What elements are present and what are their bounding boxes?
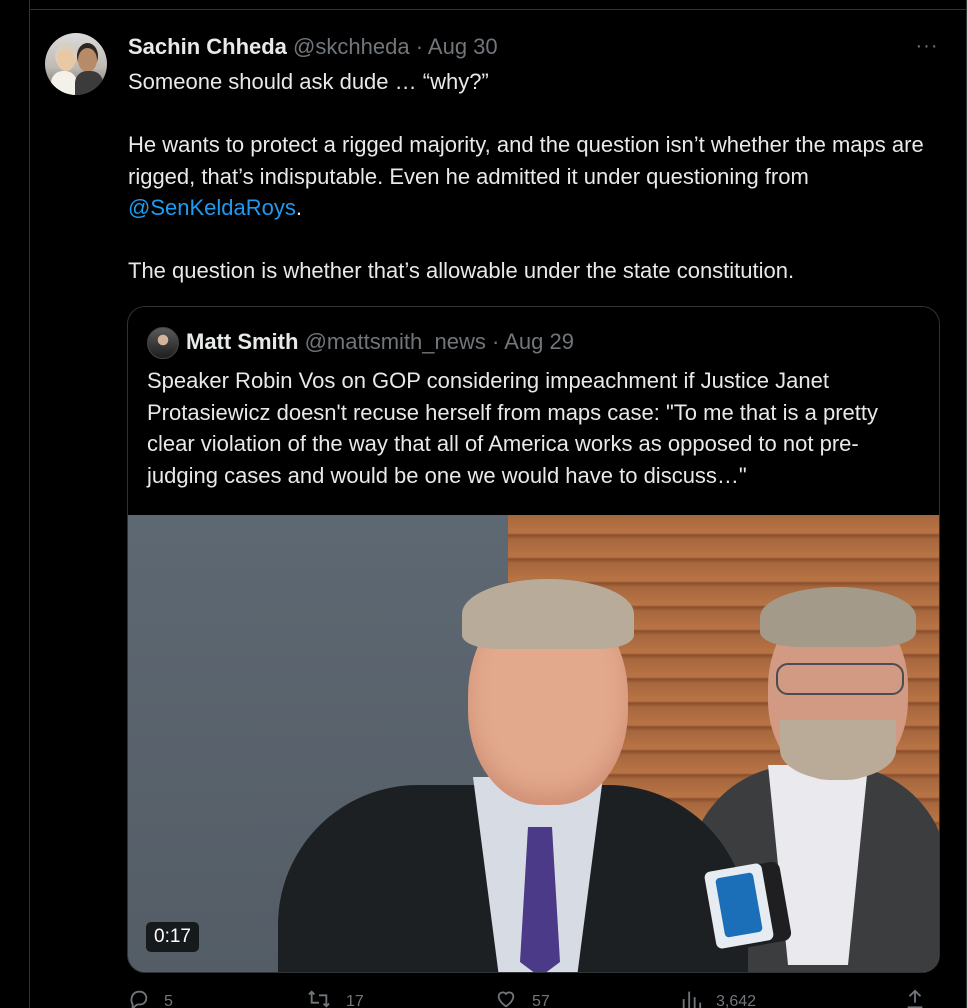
retweet-button[interactable]: 17 xyxy=(306,988,364,1008)
quoted-author-handle[interactable]: @mattsmith_news xyxy=(305,329,486,354)
like-icon xyxy=(494,988,518,1008)
mention-link[interactable]: @SenKeldaRoys xyxy=(128,195,296,220)
tweet-date[interactable]: Aug 30 xyxy=(428,34,498,59)
tweet-line-1: Someone should ask dude … “why?” xyxy=(128,69,489,94)
share-button[interactable] xyxy=(904,988,926,1008)
reply-icon xyxy=(128,988,150,1008)
views-icon xyxy=(680,988,702,1008)
quoted-tweet[interactable]: Matt Smith @mattsmith_news · Aug 29 Spea… xyxy=(127,306,940,973)
tweet-text: Someone should ask dude … “why?” He want… xyxy=(128,66,948,287)
more-options-icon[interactable]: ··· xyxy=(915,34,939,58)
tweet-header: Sachin Chheda @skchheda · Aug 30 xyxy=(128,33,498,61)
retweet-icon xyxy=(306,988,332,1008)
quoted-tweet-header: Matt Smith @mattsmith_news · Aug 29 xyxy=(186,327,574,357)
quoted-tweet-text: Speaker Robin Vos on GOP considering imp… xyxy=(147,368,878,488)
like-button[interactable]: 57 xyxy=(494,988,550,1008)
views-button[interactable]: 3,642 xyxy=(680,988,756,1008)
author-name[interactable]: Sachin Chheda xyxy=(128,34,287,59)
timeline-border-left xyxy=(29,0,30,1008)
share-icon xyxy=(904,988,926,1008)
retweet-count: 17 xyxy=(346,993,364,1008)
reply-button[interactable]: 5 xyxy=(128,988,173,1008)
quoted-header-separator: · xyxy=(491,329,500,354)
author-handle[interactable]: @skchheda xyxy=(293,34,410,59)
author-avatar[interactable] xyxy=(45,33,107,95)
divider xyxy=(30,9,967,10)
header-separator: · xyxy=(415,34,424,59)
tweet-page: Sachin Chheda @skchheda · Aug 30 ··· Som… xyxy=(0,0,967,1008)
quoted-tweet-date[interactable]: Aug 29 xyxy=(504,329,574,354)
video-player[interactable]: 0:17 xyxy=(128,515,939,972)
views-count: 3,642 xyxy=(716,993,757,1008)
tweet-paragraph-3: The question is whether that’s allowable… xyxy=(128,258,795,283)
reply-count: 5 xyxy=(164,993,173,1008)
quoted-author-name[interactable]: Matt Smith xyxy=(186,329,298,354)
tweet-paragraph-2: He wants to protect a rigged majority, a… xyxy=(128,132,924,220)
like-count: 57 xyxy=(532,993,550,1008)
action-bar: 5 17 57 3,642 xyxy=(128,988,928,1008)
video-duration-badge: 0:17 xyxy=(146,922,199,952)
quoted-author-avatar[interactable] xyxy=(147,327,179,359)
